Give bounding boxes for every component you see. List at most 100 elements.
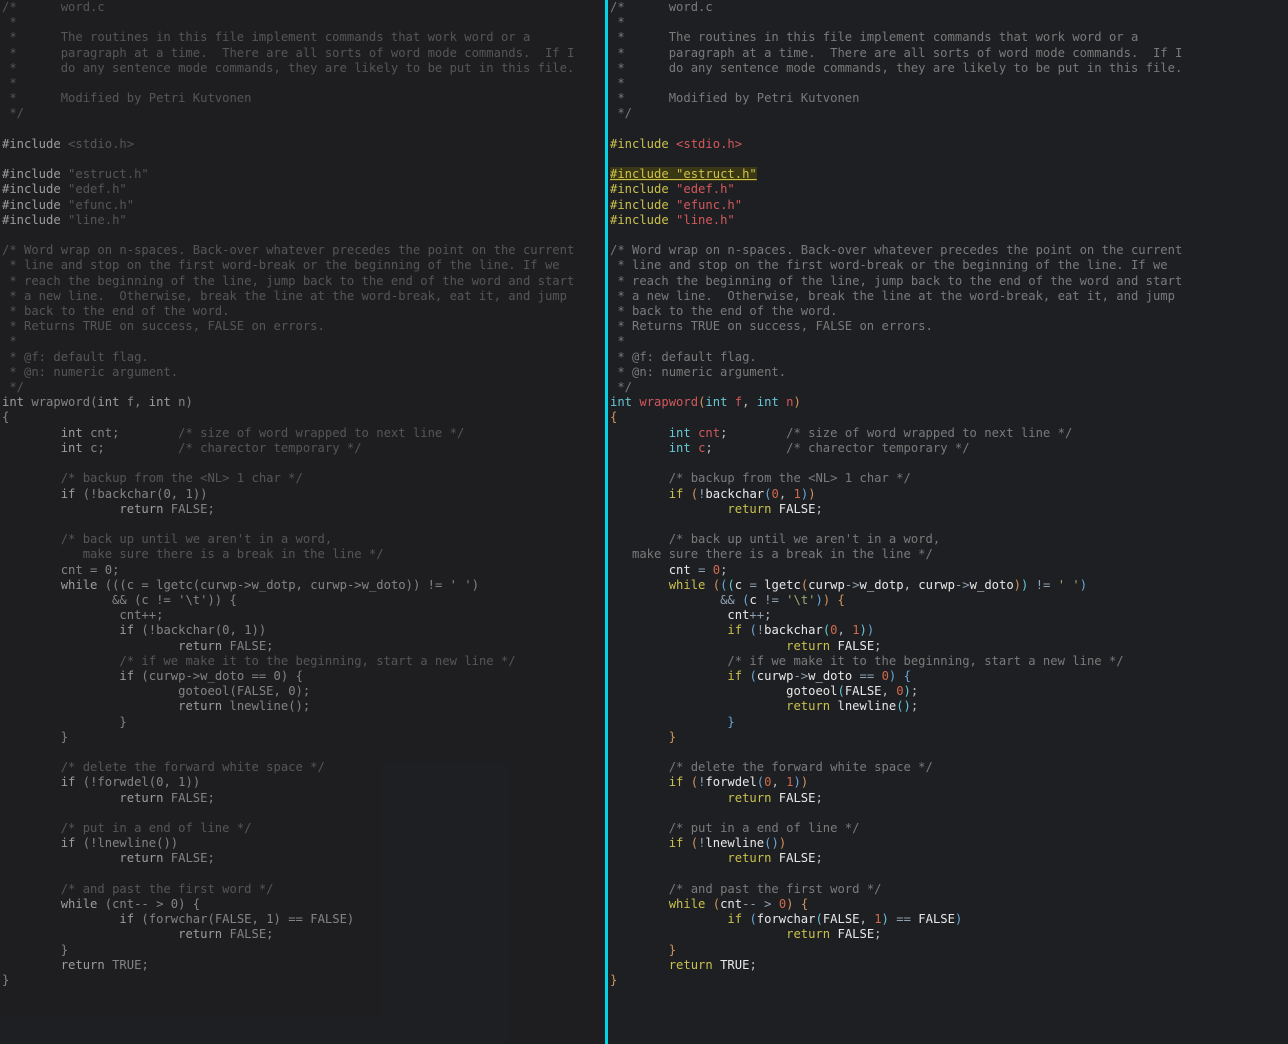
fn-call: forwdel xyxy=(705,775,756,789)
pp-include: #include xyxy=(610,213,676,227)
kw-return: return xyxy=(178,927,222,941)
const: TRUE xyxy=(112,958,141,972)
const: FALSE xyxy=(229,639,266,653)
inline-comment: /* size of word wrapped to next line */ xyxy=(178,426,464,440)
char-lit: ' ' xyxy=(450,578,472,592)
kw-return: return xyxy=(786,639,830,653)
include-target: "estruct.h" xyxy=(676,167,757,181)
right-pane[interactable]: /* word.c * * The routines in this file … xyxy=(608,0,1288,1044)
comment: */ xyxy=(610,106,632,120)
num: 0 xyxy=(163,487,170,501)
kw-while: while xyxy=(61,897,98,911)
param-type: int xyxy=(149,395,171,409)
doc-comment: * a new line. Otherwise, break the line … xyxy=(2,289,567,303)
param-type: int xyxy=(97,395,119,409)
kw-return: return xyxy=(119,502,163,516)
const: FALSE xyxy=(845,684,882,698)
num: 0 xyxy=(171,897,178,911)
kw-return: return xyxy=(786,699,830,713)
num: 0 xyxy=(713,563,720,577)
left-code[interactable]: /* word.c * * The routines in this file … xyxy=(0,0,605,988)
ident: curwp xyxy=(200,578,237,592)
num: 0 xyxy=(156,775,163,789)
pp-include: #include xyxy=(2,182,68,196)
comment: */ xyxy=(2,106,24,120)
kw-return: return xyxy=(727,502,771,516)
fn-call: gotoeol xyxy=(786,684,837,698)
member: w_dotp xyxy=(252,578,296,592)
num: 0 xyxy=(274,669,281,683)
pp-include: #include xyxy=(2,137,68,151)
kw-return: return xyxy=(786,927,830,941)
doc-comment: * back to the end of the word. xyxy=(2,304,229,318)
num: 0 xyxy=(105,563,112,577)
comment: * The routines in this file implement co… xyxy=(610,30,1138,44)
kw-if: if xyxy=(119,669,134,683)
fn-call: lgetc xyxy=(156,578,193,592)
kw-return: return xyxy=(119,791,163,805)
kw-if: if xyxy=(61,775,76,789)
include-target: <stdio.h> xyxy=(676,137,742,151)
num: 1 xyxy=(178,775,185,789)
doc-comment: * xyxy=(610,334,625,348)
doc-comment: */ xyxy=(2,380,24,394)
const: FALSE xyxy=(171,502,208,516)
comment: * paragraph at a time. There are all sor… xyxy=(610,46,1182,60)
comment: * do any sentence mode commands, they ar… xyxy=(2,61,574,75)
include-target: "edef.h" xyxy=(676,182,735,196)
comment: /* and past the first word */ xyxy=(669,882,882,896)
comment: make sure there is a break in the line *… xyxy=(610,547,933,561)
comment: * Modified by Petri Kutvonen xyxy=(610,91,859,105)
var-name: cnt xyxy=(119,608,141,622)
pp-include: #include xyxy=(2,167,68,181)
ident: curwp xyxy=(310,578,347,592)
comment: make sure there is a break in the line *… xyxy=(61,547,384,561)
comment: /* delete the forward white space */ xyxy=(61,760,325,774)
member: w_doto xyxy=(808,669,852,683)
const: FALSE xyxy=(779,791,816,805)
fn-call: forwchar xyxy=(757,912,816,926)
member: w_doto xyxy=(362,578,406,592)
kw-return: return xyxy=(178,699,222,713)
const: FALSE xyxy=(237,684,274,698)
param-name: n xyxy=(178,395,185,409)
kw-return: return xyxy=(61,958,105,972)
kw-if: if xyxy=(727,669,742,683)
include-target: "line.h" xyxy=(68,213,127,227)
left-pane[interactable]: /* word.c * * The routines in this file … xyxy=(0,0,605,1044)
param-name: f xyxy=(127,395,134,409)
const: FALSE xyxy=(823,912,860,926)
doc-comment: /* Word wrap on n-spaces. Back-over what… xyxy=(2,243,574,257)
fn-name: wrapword xyxy=(31,395,90,409)
num: 1 xyxy=(786,775,793,789)
var-name: cnt xyxy=(90,426,112,440)
doc-comment: * @n: numeric argument. xyxy=(610,365,786,379)
fn-call: lnewline xyxy=(705,836,764,850)
num: 1 xyxy=(244,623,251,637)
comment: /* word.c xyxy=(2,0,105,14)
var-name: cnt xyxy=(720,897,742,911)
doc-comment: */ xyxy=(610,380,632,394)
kw-return: return xyxy=(669,958,713,972)
const: FALSE xyxy=(837,927,874,941)
comment: /* back up until we aren't in a word, xyxy=(669,532,941,546)
right-code[interactable]: /* word.c * * The routines in this file … xyxy=(608,0,1288,988)
inline-comment: /* size of word wrapped to next line */ xyxy=(786,426,1072,440)
ident: curwp xyxy=(918,578,955,592)
doc-comment: * line and stop on the first word-break … xyxy=(2,258,560,272)
num: 0 xyxy=(764,775,771,789)
include-target: "edef.h" xyxy=(68,182,127,196)
param-name: n xyxy=(786,395,793,409)
comment: /* if we make it to the beginning, start… xyxy=(727,654,1123,668)
ident: curwp xyxy=(757,669,794,683)
fn-call: backchar xyxy=(705,487,764,501)
num: 0 xyxy=(222,623,229,637)
comment: /* back up until we aren't in a word, xyxy=(61,532,333,546)
comment: /* put in a end of line */ xyxy=(61,821,252,835)
const: FALSE xyxy=(779,851,816,865)
var-name: c xyxy=(127,578,134,592)
include-target: "efunc.h" xyxy=(68,198,134,212)
const: FALSE xyxy=(918,912,955,926)
member: w_doto xyxy=(970,578,1014,592)
const: FALSE xyxy=(171,851,208,865)
